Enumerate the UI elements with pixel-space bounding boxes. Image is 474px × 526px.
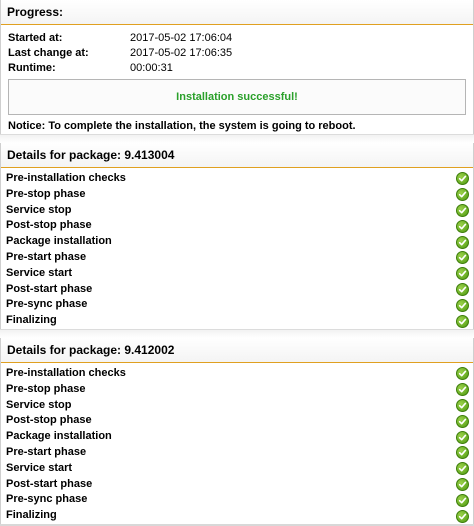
check-icon [456,188,469,202]
list-item: Finalizing [1,508,473,524]
section-divider [0,134,474,143]
list-item: Pre-sync phase [1,297,473,313]
list-item: Pre-stop phase [1,187,473,203]
step-label: Service stop [6,203,72,216]
step-label: Post-start phase [6,477,93,490]
runtime-label: Runtime: [8,62,56,74]
progress-title: Progress: [1,0,473,25]
step-label: Service start [6,266,73,279]
list-item: Package installation [1,429,473,445]
step-label: Post-start phase [6,282,93,295]
step-label: Service stop [6,398,72,411]
check-icon [456,251,469,265]
step-label: Finalizing [6,509,57,522]
list-item: Service stop [1,398,473,414]
step-label: Package installation [6,430,112,443]
list-item: Post-start phase [1,477,473,493]
check-icon [456,219,469,233]
check-icon [456,298,469,312]
step-label: Pre-sync phase [6,298,88,311]
check-icon [456,367,469,381]
package-steps-1: Pre-installation checks Pre-stop phase Ser… [1,168,473,329]
step-label: Pre-stop phase [6,382,86,395]
last-change-label: Last change at: [8,47,89,59]
check-icon [456,462,469,476]
section-divider [0,328,474,338]
check-icon [456,477,469,491]
step-label: Service start [6,461,73,474]
list-item: Service start [1,266,473,282]
check-icon [456,235,469,249]
list-item: Post-stop phase [1,218,473,234]
step-label: Post-stop phase [6,414,92,427]
runtime-row: Runtime: 00:00:31 [8,61,466,76]
check-icon [456,398,469,412]
step-label: Post-stop phase [6,219,92,232]
check-icon [456,446,469,460]
check-icon [456,282,469,296]
step-label: Pre-sync phase [6,493,88,506]
list-item: Service stop [1,203,473,219]
step-label: Pre-installation checks [6,366,126,379]
runtime-value: 00:00:31 [130,62,173,74]
step-label: Pre-start phase [6,445,87,458]
last-change-value: 2017-05-02 17:06:35 [130,47,233,59]
list-item: Service start [1,461,473,477]
check-icon [456,414,469,428]
list-item: Finalizing [1,313,473,329]
started-label: Started at: [8,32,63,44]
package-panel-2: Details for package: 9.412002 Pre-instal… [0,337,474,524]
list-item: Pre-installation checks [1,171,473,187]
last-change-row: Last change at: 2017-05-02 17:06:35 [8,46,466,61]
list-item: Pre-installation checks [1,366,473,382]
step-label: Pre-start phase [6,250,87,263]
check-icon [456,172,469,186]
package-title-1: Details for package: 9.413004 [1,143,473,168]
step-label: Package installation [6,235,112,248]
list-item: Pre-stop phase [1,382,473,398]
step-label: Pre-installation checks [6,172,126,184]
check-icon [456,509,469,523]
started-row: Started at: 2017-05-02 17:06:04 [8,31,466,46]
step-label: Finalizing [6,314,57,327]
check-icon [456,493,469,507]
list-item: Package installation [1,234,473,250]
check-icon [456,383,469,397]
progress-details: Started at: 2017-05-02 17:06:04 Last cha… [1,25,473,76]
step-label: Pre-stop phase [6,187,86,200]
check-icon [456,267,469,281]
list-item: Pre-sync phase [1,492,473,508]
reboot-notice: Notice: To complete the installation, th… [8,120,356,132]
list-item: Pre-start phase [1,250,473,266]
package-steps-2: Pre-installation checks Pre-stop phase Ser… [1,363,473,524]
package-title-2: Details for package: 9.412002 [1,337,473,363]
check-icon [456,314,469,328]
package-panel-1: Details for package: 9.413004 Pre-instal… [0,143,474,329]
check-icon [456,430,469,444]
list-item: Pre-start phase [1,445,473,461]
started-value: 2017-05-02 17:06:04 [130,32,233,44]
list-item: Post-stop phase [1,413,473,429]
progress-panel: Progress: Started at: 2017-05-02 17:06:0… [0,0,474,134]
list-item: Post-start phase [1,282,473,298]
result-message: Installation successful! [8,79,466,115]
check-icon [456,203,469,217]
